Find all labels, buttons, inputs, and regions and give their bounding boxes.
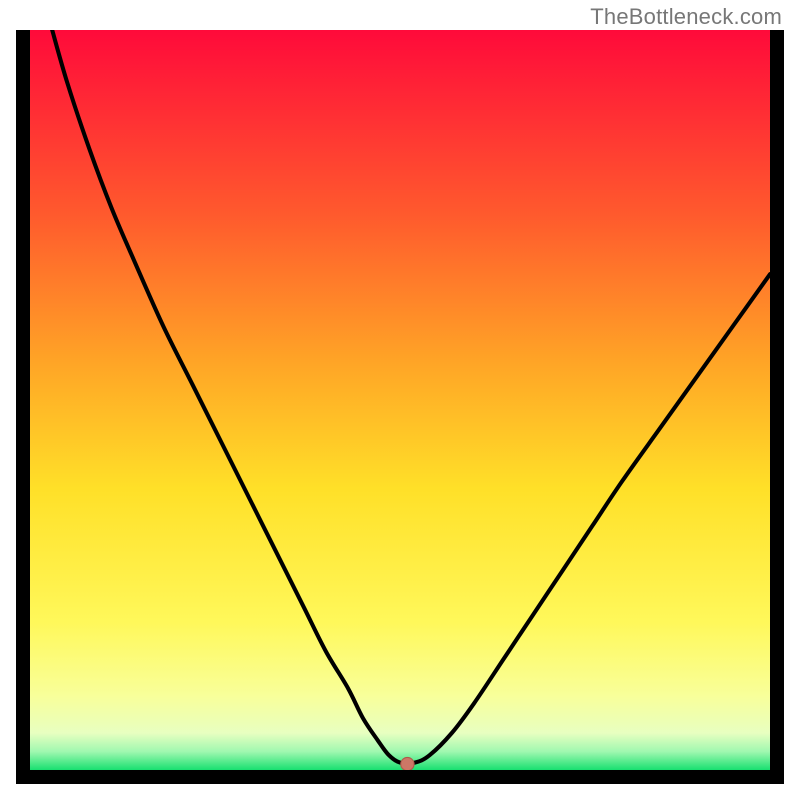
- chart-plot-area: [30, 30, 770, 770]
- watermark-text: TheBottleneck.com: [590, 4, 782, 30]
- minimum-marker: [401, 757, 414, 770]
- chart-curve: [30, 30, 770, 770]
- chart-frame: [16, 30, 784, 784]
